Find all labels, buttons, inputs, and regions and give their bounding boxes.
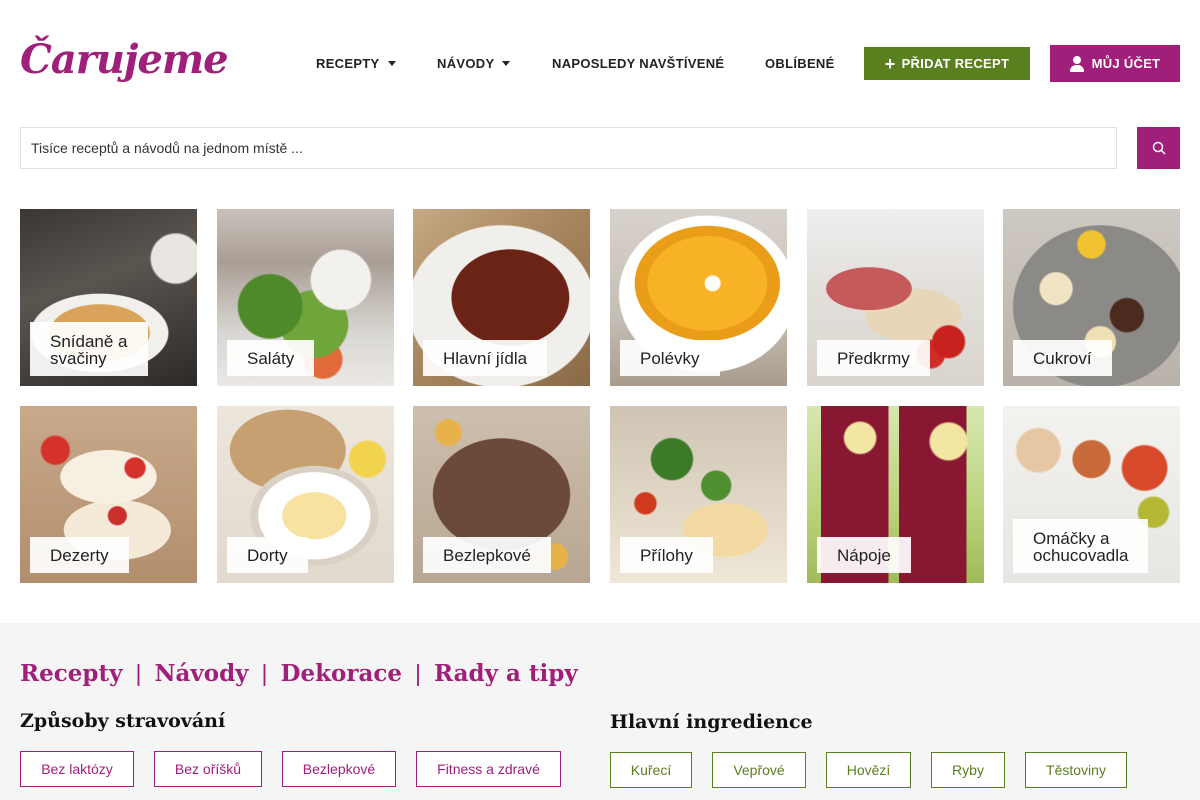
nav-navody[interactable]: NÁVODY	[437, 56, 511, 71]
category-label-line-1: Snídaně a	[50, 332, 128, 351]
section-links: Recepty | Návody | Dekorace | Rady a tip…	[20, 660, 578, 687]
ingredient-chip-pork[interactable]: Vepřové	[712, 752, 806, 788]
search-input[interactable]	[20, 127, 1117, 169]
link-tips[interactable]: Rady a tipy	[434, 660, 578, 687]
search-icon	[1152, 141, 1166, 155]
category-label: Bezlepkové	[423, 537, 551, 573]
nav-navody-label: NÁVODY	[437, 56, 495, 71]
category-label: Snídaně a svačiny	[30, 322, 148, 376]
ingredient-chip-pasta[interactable]: Těstoviny	[1025, 752, 1127, 788]
my-account-label: MŮJ ÚČET	[1091, 56, 1161, 71]
category-label: Dorty	[227, 537, 308, 573]
nav-recepty-label: RECEPTY	[316, 56, 380, 71]
separator: |	[415, 660, 422, 686]
category-label: Polévky	[620, 340, 720, 376]
category-tile-cakes[interactable]: Dorty	[217, 406, 394, 583]
category-label: Saláty	[227, 340, 315, 376]
category-label: Předkrmy	[817, 340, 930, 376]
nav-favorites[interactable]: OBLÍBENÉ	[765, 56, 835, 71]
category-tile-side-dishes[interactable]: Přílohy	[610, 406, 787, 583]
diets-title: Způsoby stravování	[20, 710, 226, 732]
category-tile-appetizers[interactable]: Předkrmy	[807, 209, 984, 386]
nav-recently-visited-label: NAPOSLEDY NAVŠTÍVENÉ	[552, 56, 725, 71]
category-label: Cukroví	[1013, 340, 1112, 376]
user-icon	[1069, 55, 1084, 72]
chevron-down-icon	[502, 61, 511, 66]
link-recipes[interactable]: Recepty	[20, 660, 122, 687]
category-label: Hlavní jídla	[423, 340, 548, 376]
add-recipe-label: PŘIDAT RECEPT	[901, 56, 1010, 71]
diet-chip-gluten-free[interactable]: Bezlepkové	[282, 751, 396, 787]
diet-chip-lactose-free[interactable]: Bez laktózy	[20, 751, 134, 787]
link-decorations[interactable]: Dekorace	[281, 660, 403, 687]
plus-icon: +	[884, 53, 896, 74]
nav-recently-visited[interactable]: NAPOSLEDY NAVŠTÍVENÉ	[552, 56, 724, 71]
separator: |	[261, 660, 268, 686]
ingredients-title: Hlavní ingredience	[610, 711, 813, 733]
nav-recepty[interactable]: RECEPTY	[316, 56, 396, 71]
my-account-button[interactable]: MŮJ ÚČET	[1050, 45, 1180, 82]
category-tile-gluten-free[interactable]: Bezlepkové	[413, 406, 590, 583]
search-button[interactable]	[1137, 127, 1180, 169]
chevron-down-icon	[387, 61, 396, 66]
category-tile-salads[interactable]: Saláty	[217, 209, 394, 386]
category-tile-sauces[interactable]: Omáčky a ochucovadla	[1003, 406, 1180, 583]
category-label: Omáčky a ochucovadla	[1013, 519, 1149, 573]
ingredient-chip-chicken[interactable]: Kuřecí	[610, 752, 692, 788]
category-label: Nápoje	[817, 537, 911, 573]
category-tile-soups[interactable]: Polévky	[610, 209, 787, 386]
add-recipe-button[interactable]: + PŘIDAT RECEPT	[864, 47, 1030, 80]
ingredient-chip-fish[interactable]: Ryby	[931, 752, 1005, 788]
category-label: Dezerty	[30, 537, 129, 573]
nav-favorites-label: OBLÍBENÉ	[765, 56, 835, 71]
diet-chip-nut-free[interactable]: Bez oříšků	[154, 751, 262, 787]
category-tile-drinks[interactable]: Nápoje	[807, 406, 984, 583]
diet-chip-fitness[interactable]: Fitness a zdravé	[416, 751, 561, 787]
separator: |	[135, 660, 142, 686]
category-label-line-1: Omáčky a	[1033, 529, 1110, 548]
category-tile-cookies[interactable]: Cukroví	[1003, 209, 1180, 386]
link-guides[interactable]: Návody	[154, 660, 248, 687]
category-tile-desserts[interactable]: Dezerty	[20, 406, 197, 583]
category-label: Přílohy	[620, 537, 713, 573]
category-label-line-2: svačiny	[50, 349, 107, 368]
category-tile-main-dishes[interactable]: Hlavní jídla	[413, 209, 590, 386]
category-tile-breakfast[interactable]: Snídaně a svačiny	[20, 209, 197, 386]
category-label-line-2: ochucovadla	[1033, 546, 1129, 565]
ingredient-chip-beef[interactable]: Hovězí	[826, 752, 911, 788]
site-logo[interactable]: Čarujeme	[20, 36, 229, 83]
